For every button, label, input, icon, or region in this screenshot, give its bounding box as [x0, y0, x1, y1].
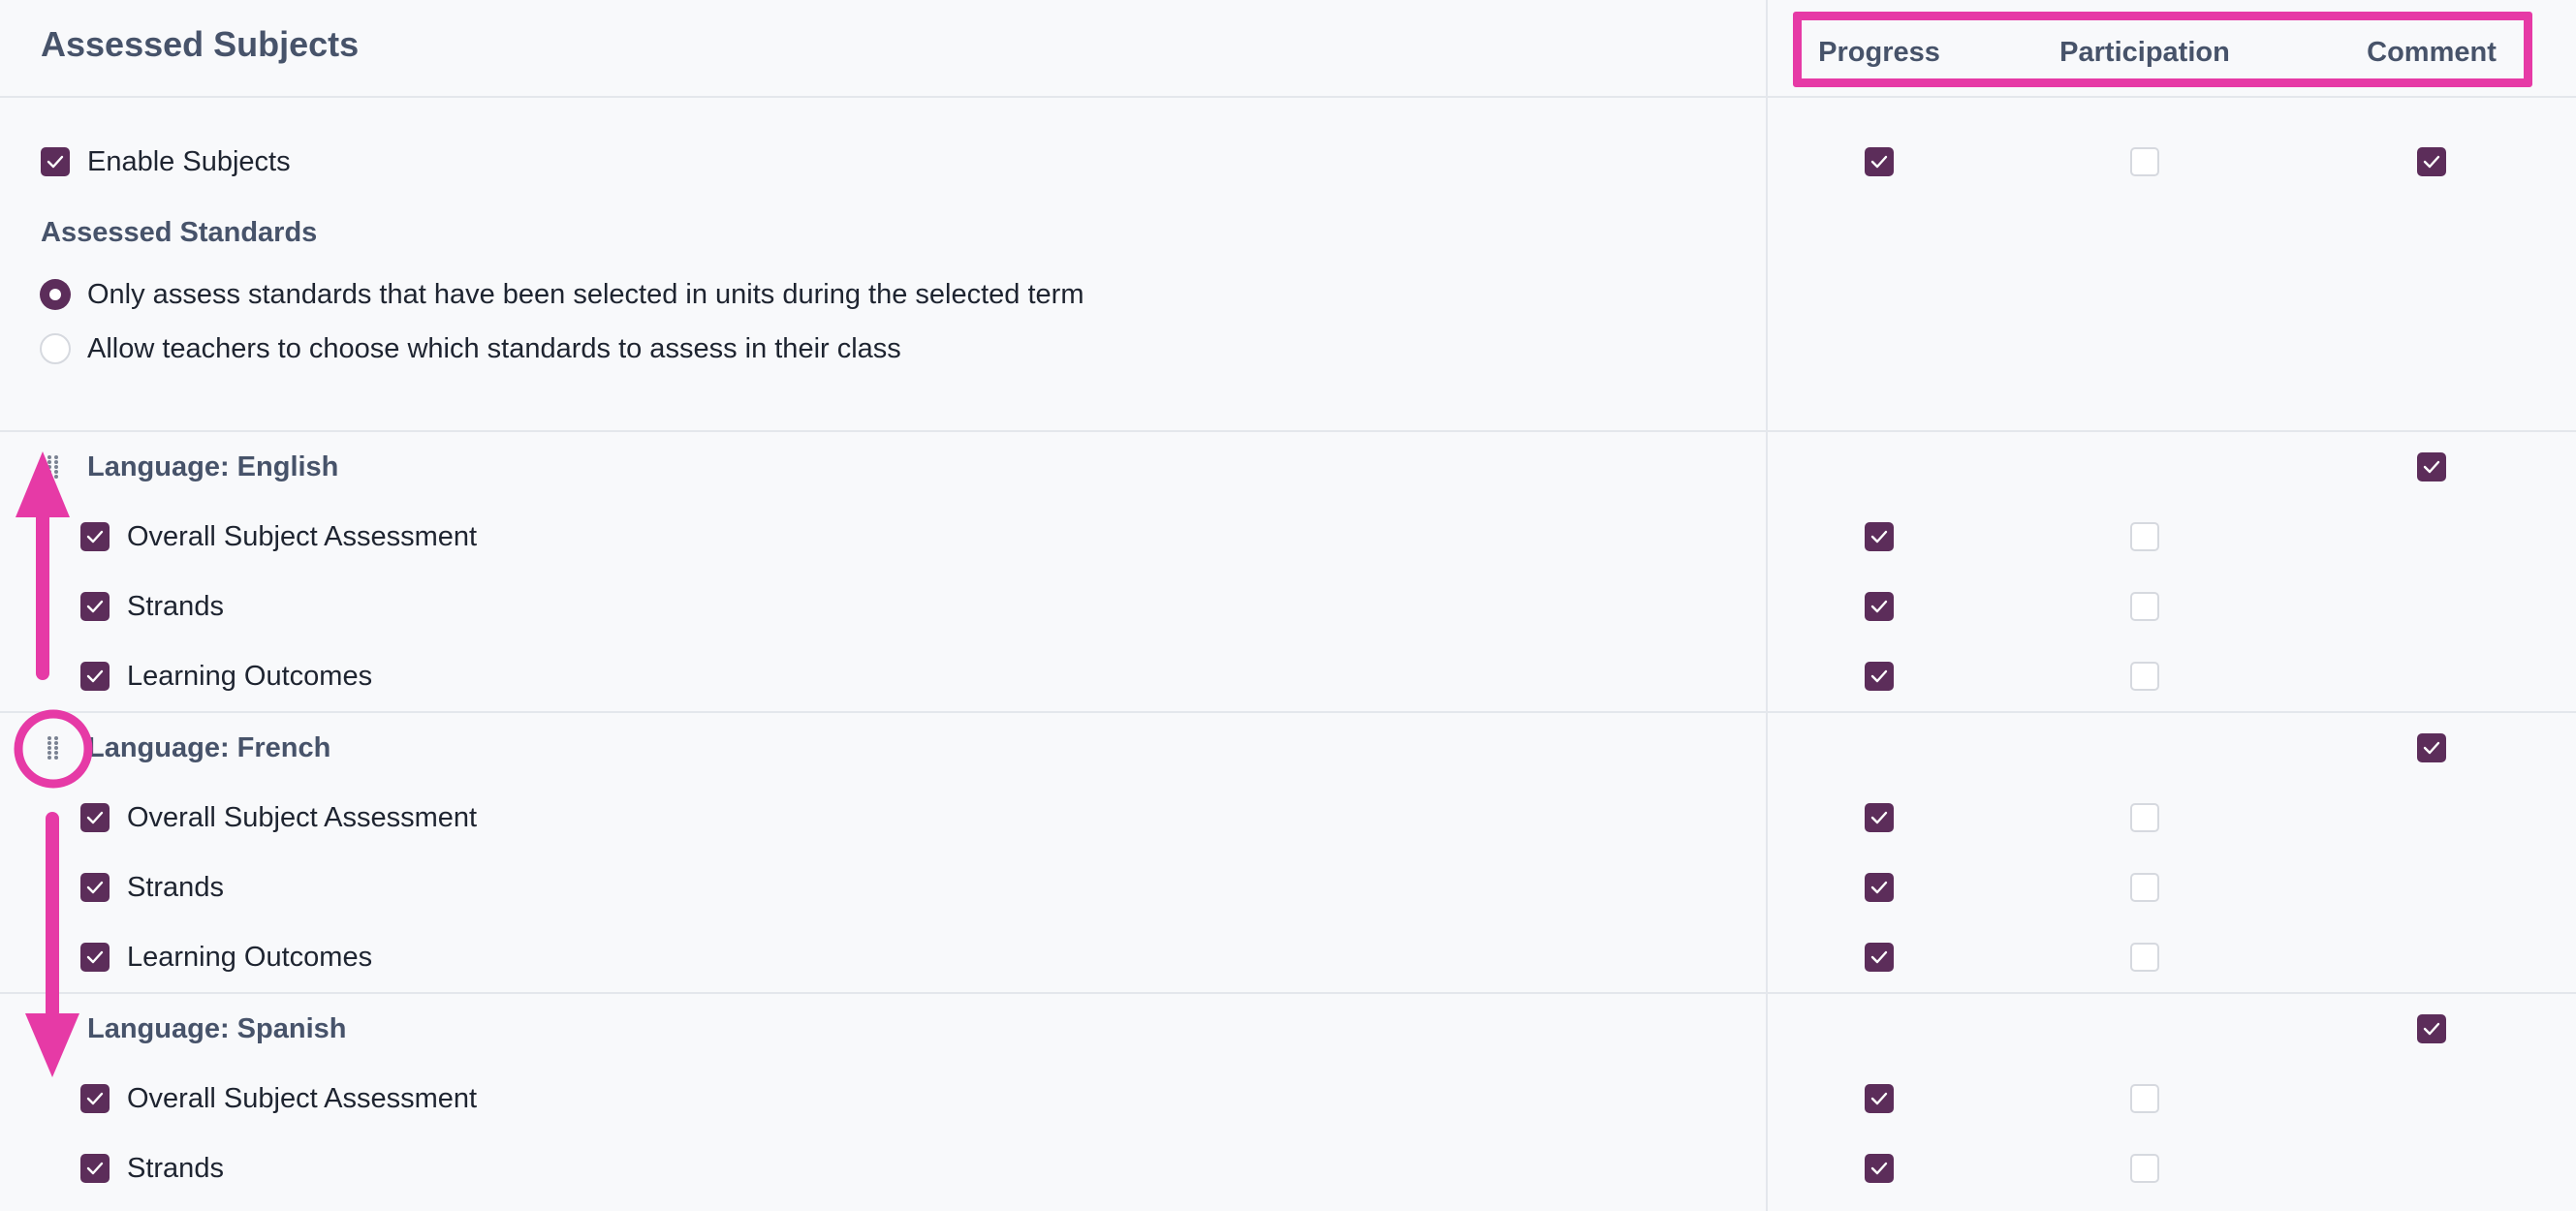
participation-checkbox[interactable] [2130, 1084, 2159, 1113]
section-divider [0, 992, 2576, 994]
drag-handle-icon[interactable] [47, 1016, 60, 1041]
participation-checkbox[interactable] [2130, 147, 2159, 176]
participation-checkbox[interactable] [2130, 943, 2159, 972]
progress-checkbox[interactable] [1865, 522, 1894, 551]
drag-annotation-overlay [14, 451, 93, 1077]
progress-checkbox[interactable] [1865, 592, 1894, 621]
comment-checkbox[interactable] [2417, 147, 2446, 176]
subject-row-label: Strands [127, 591, 224, 622]
enable-subjects-label: Enable Subjects [87, 146, 291, 177]
drag-handle-icon[interactable] [47, 454, 60, 480]
enable-subjects-checkbox[interactable] [41, 147, 70, 176]
section-divider [0, 430, 2576, 432]
standards-option-label: Allow teachers to choose which standards… [87, 333, 901, 364]
subject-heading: Language: French [87, 732, 331, 763]
standards-option-radio[interactable] [40, 279, 71, 310]
participation-checkbox[interactable] [2130, 522, 2159, 551]
standards-option-radio[interactable] [40, 333, 71, 364]
page-title: Assessed Subjects [41, 24, 360, 64]
subject-row-checkbox[interactable] [80, 873, 110, 902]
progress-checkbox[interactable] [1865, 147, 1894, 176]
drag-handle-icon[interactable] [47, 735, 60, 761]
subject-comment-checkbox[interactable] [2417, 1014, 2446, 1043]
subject-comment-checkbox[interactable] [2417, 452, 2446, 481]
participation-checkbox[interactable] [2130, 1154, 2159, 1183]
arrow-up-annotation [16, 451, 70, 680]
subject-row-label: Strands [127, 872, 224, 903]
participation-checkbox[interactable] [2130, 803, 2159, 832]
progress-checkbox[interactable] [1865, 1154, 1894, 1183]
section-divider [0, 711, 2576, 713]
progress-checkbox[interactable] [1865, 803, 1894, 832]
progress-checkbox[interactable] [1865, 943, 1894, 972]
standards-option-label: Only assess standards that have been sel… [87, 279, 1084, 310]
subject-row-checkbox[interactable] [80, 1084, 110, 1113]
participation-checkbox[interactable] [2130, 662, 2159, 691]
subject-heading: Language: English [87, 451, 339, 482]
column-divider [1766, 0, 1768, 1211]
subject-row-checkbox[interactable] [80, 662, 110, 691]
columns-highlight-annotation [1793, 12, 2532, 87]
subject-row-checkbox[interactable] [80, 1154, 110, 1183]
subject-row-checkbox[interactable] [80, 522, 110, 551]
subject-row-label: Overall Subject Assessment [127, 1083, 478, 1114]
progress-checkbox[interactable] [1865, 1084, 1894, 1113]
subject-row-label: Overall Subject Assessment [127, 802, 478, 833]
participation-checkbox[interactable] [2130, 873, 2159, 902]
subject-heading: Language: Spanish [87, 1013, 347, 1044]
assessed-standards-heading: Assessed Standards [41, 217, 318, 248]
participation-checkbox[interactable] [2130, 592, 2159, 621]
progress-checkbox[interactable] [1865, 873, 1894, 902]
subject-row-label: Overall Subject Assessment [127, 521, 478, 552]
subject-row-label: Learning Outcomes [127, 942, 373, 973]
progress-checkbox[interactable] [1865, 662, 1894, 691]
subject-row-label: Learning Outcomes [127, 661, 373, 692]
subject-comment-checkbox[interactable] [2417, 733, 2446, 762]
subject-row-label: Strands [127, 1153, 224, 1184]
subject-row-checkbox[interactable] [80, 592, 110, 621]
subject-row-checkbox[interactable] [80, 943, 110, 972]
header-divider [0, 96, 2576, 98]
subject-row-checkbox[interactable] [80, 803, 110, 832]
